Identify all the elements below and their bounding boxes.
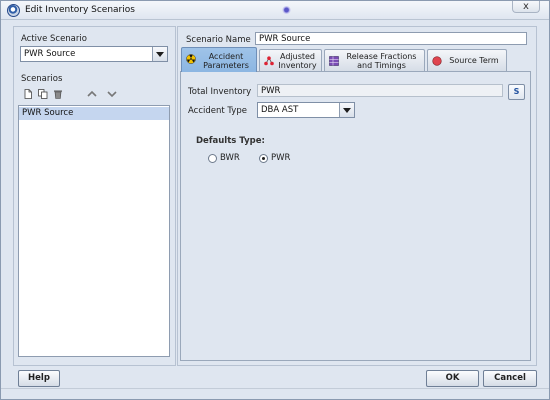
radiation-icon (186, 54, 196, 64)
tab-label: Release Fractions and Timings (346, 52, 417, 70)
window-title: Edit Inventory Scenarios (25, 5, 135, 15)
total-inventory-label: Total Inventory (188, 87, 252, 97)
active-scenario-select[interactable]: PWR Source (20, 46, 168, 62)
list-item[interactable]: PWR Source (19, 107, 169, 120)
help-button[interactable]: Help (18, 370, 60, 387)
tab-label: Source Term (449, 56, 499, 65)
app-icon (7, 4, 20, 17)
copy-icon[interactable] (38, 89, 48, 99)
chevron-down-icon[interactable] (339, 103, 354, 117)
table-icon (329, 56, 339, 66)
pwr-radio-label[interactable]: PWR (271, 153, 290, 163)
total-inventory-field: PWR (257, 84, 503, 97)
bwr-radio[interactable] (208, 154, 217, 163)
chevron-down-icon[interactable] (152, 47, 167, 61)
bwr-radio-label[interactable]: BWR (220, 153, 240, 163)
scenarios-label: Scenarios (21, 74, 63, 84)
move-down-icon[interactable] (107, 89, 117, 99)
tab-release-fractions-and-timings[interactable]: Release Fractions and Timings (324, 49, 425, 71)
select-icon: S (513, 87, 520, 96)
tab-accident-parameters[interactable]: Accident Parameters (181, 47, 257, 72)
title-bar[interactable]: Edit Inventory Scenarios x (1, 1, 549, 20)
status-dot-icon (282, 6, 291, 14)
select-inventory-button[interactable]: S (508, 84, 525, 100)
pwr-radio[interactable] (259, 154, 268, 163)
scenarios-list[interactable]: PWR Source (18, 105, 170, 357)
molecule-icon (264, 56, 274, 66)
edit-inventory-scenarios-dialog: Edit Inventory Scenarios x Active Scenar… (0, 0, 550, 400)
tab-adjusted-inventory[interactable]: Adjusted Inventory (259, 49, 322, 71)
divider (1, 388, 549, 389)
red-circle-icon (432, 56, 442, 66)
scenario-name-label: Scenario Name (186, 35, 251, 45)
tab-label: Accident Parameters (203, 52, 249, 70)
tab-label: Adjusted Inventory (278, 52, 317, 70)
new-icon[interactable] (23, 89, 33, 99)
move-up-icon[interactable] (87, 89, 97, 99)
accident-type-select[interactable]: DBA AST (257, 102, 355, 118)
tab-source-term[interactable]: Source Term (427, 49, 507, 71)
cancel-button[interactable]: Cancel (483, 370, 537, 387)
accident-type-label: Accident Type (188, 106, 247, 116)
defaults-type-label: Defaults Type: (196, 136, 265, 146)
delete-icon[interactable] (53, 89, 63, 99)
close-button[interactable]: x (512, 1, 540, 13)
scenario-name-field[interactable]: PWR Source (255, 32, 527, 45)
active-scenario-value: PWR Source (24, 49, 76, 59)
ok-button[interactable]: OK (426, 370, 479, 387)
accident-type-value: DBA AST (261, 105, 299, 115)
active-scenario-label: Active Scenario (21, 34, 87, 44)
